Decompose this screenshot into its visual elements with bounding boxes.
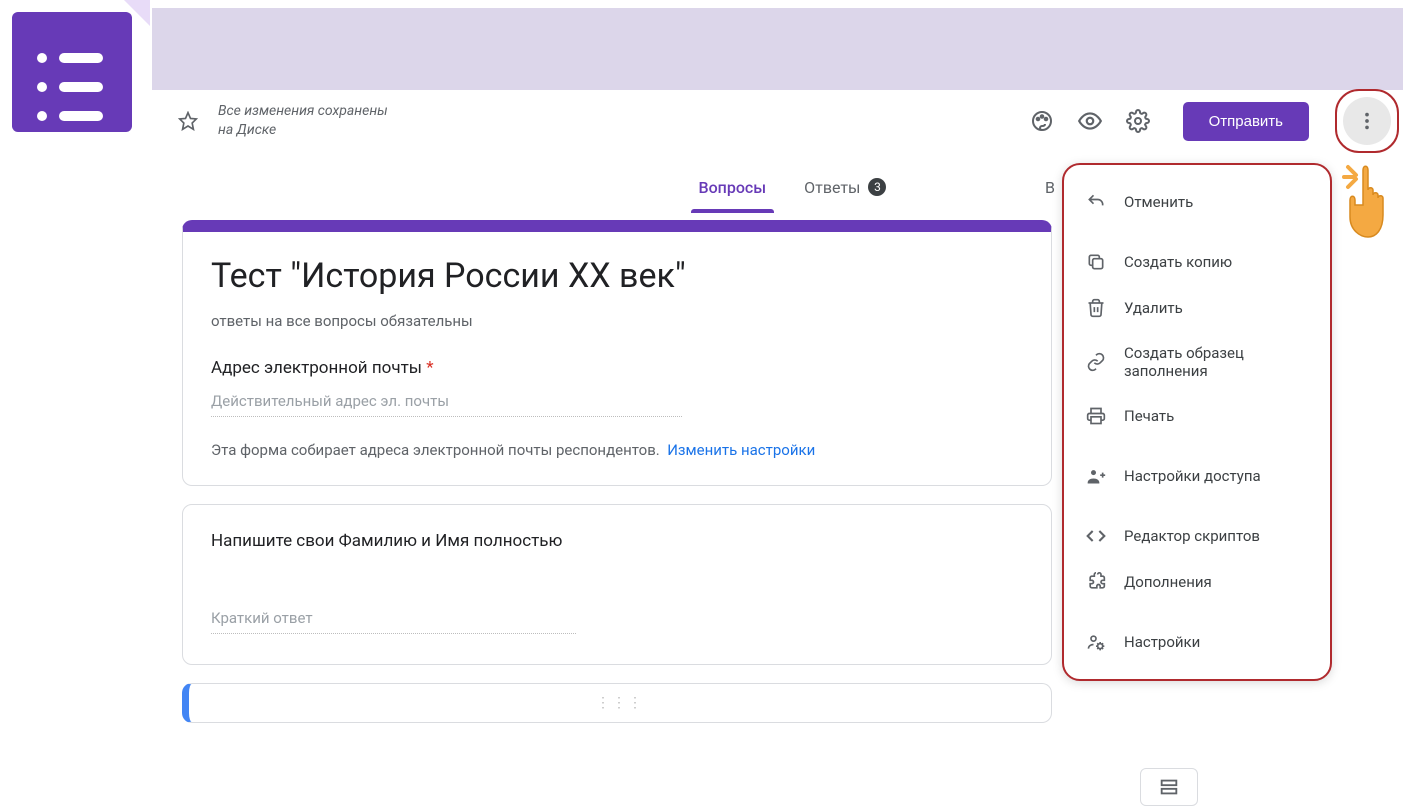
person-gear-icon bbox=[1086, 632, 1106, 652]
star-icon[interactable] bbox=[178, 111, 198, 131]
forms-app-logo bbox=[12, 12, 132, 132]
short-answer-input[interactable]: Краткий ответ bbox=[211, 609, 576, 634]
tab-answers[interactable]: Ответы 3 bbox=[800, 164, 890, 211]
menu-delete[interactable]: Удалить bbox=[1064, 285, 1330, 331]
code-icon bbox=[1086, 526, 1106, 546]
collect-emails-note: Эта форма собирает адреса электронной по… bbox=[211, 441, 1023, 459]
preview-icon[interactable] bbox=[1077, 108, 1103, 134]
truncated-label: В bbox=[1045, 178, 1055, 197]
menu-make-copy[interactable]: Создать копию bbox=[1064, 239, 1330, 285]
email-field-label: Адрес электронной почты * bbox=[211, 358, 1023, 378]
palette-icon[interactable] bbox=[1029, 108, 1055, 134]
menu-print[interactable]: Печать bbox=[1064, 393, 1330, 439]
tab-questions[interactable]: Вопросы bbox=[695, 164, 771, 211]
floating-toolbar-icon[interactable] bbox=[1140, 768, 1198, 806]
menu-script-editor[interactable]: Редактор скриптов bbox=[1064, 513, 1330, 559]
question-card-1[interactable]: Напишите свои Фамилию и Имя полностью Кр… bbox=[182, 504, 1052, 665]
more-menu-dropdown: Отменить Создать копию Удалить Создать о… bbox=[1062, 163, 1332, 681]
puzzle-icon bbox=[1086, 572, 1106, 592]
email-input[interactable]: Действительный адрес эл. почты bbox=[211, 392, 682, 417]
save-status: Все изменения сохранены на Диске bbox=[218, 102, 388, 140]
change-settings-link[interactable]: Изменить настройки bbox=[667, 441, 815, 459]
theme-banner bbox=[152, 8, 1403, 90]
form-header-card[interactable]: Тест "История России XX век" ответы на в… bbox=[182, 220, 1052, 486]
answers-count-badge: 3 bbox=[868, 178, 886, 196]
link-icon bbox=[1086, 352, 1106, 372]
undo-icon bbox=[1086, 192, 1106, 212]
question-text[interactable]: Напишите свои Фамилию и Имя полностью bbox=[211, 531, 1023, 551]
send-button[interactable]: Отправить bbox=[1183, 102, 1309, 141]
menu-settings[interactable]: Настройки bbox=[1064, 619, 1330, 665]
settings-gear-icon[interactable] bbox=[1125, 108, 1151, 134]
copy-icon bbox=[1086, 252, 1106, 272]
menu-prefill[interactable]: Создать образец заполнения bbox=[1064, 331, 1330, 393]
menu-addons[interactable]: Дополнения bbox=[1064, 559, 1330, 605]
menu-collaborators[interactable]: Настройки доступа bbox=[1064, 453, 1330, 499]
form-body: Тест "История России XX век" ответы на в… bbox=[182, 220, 1052, 741]
form-description[interactable]: ответы на все вопросы обязательны bbox=[211, 312, 1023, 330]
header-toolbar: Все изменения сохранены на Диске Отправи… bbox=[152, 90, 1403, 152]
print-icon bbox=[1086, 406, 1106, 426]
drag-handle-icon[interactable]: ⋮⋮⋮ bbox=[596, 695, 644, 711]
menu-undo[interactable]: Отменить bbox=[1064, 179, 1330, 225]
trash-icon bbox=[1086, 298, 1106, 318]
active-question-card[interactable]: ⋮⋮⋮ bbox=[182, 683, 1052, 723]
people-add-icon bbox=[1086, 466, 1106, 486]
form-title[interactable]: Тест "История России XX век" bbox=[211, 256, 1023, 296]
more-menu-button[interactable] bbox=[1343, 97, 1391, 145]
